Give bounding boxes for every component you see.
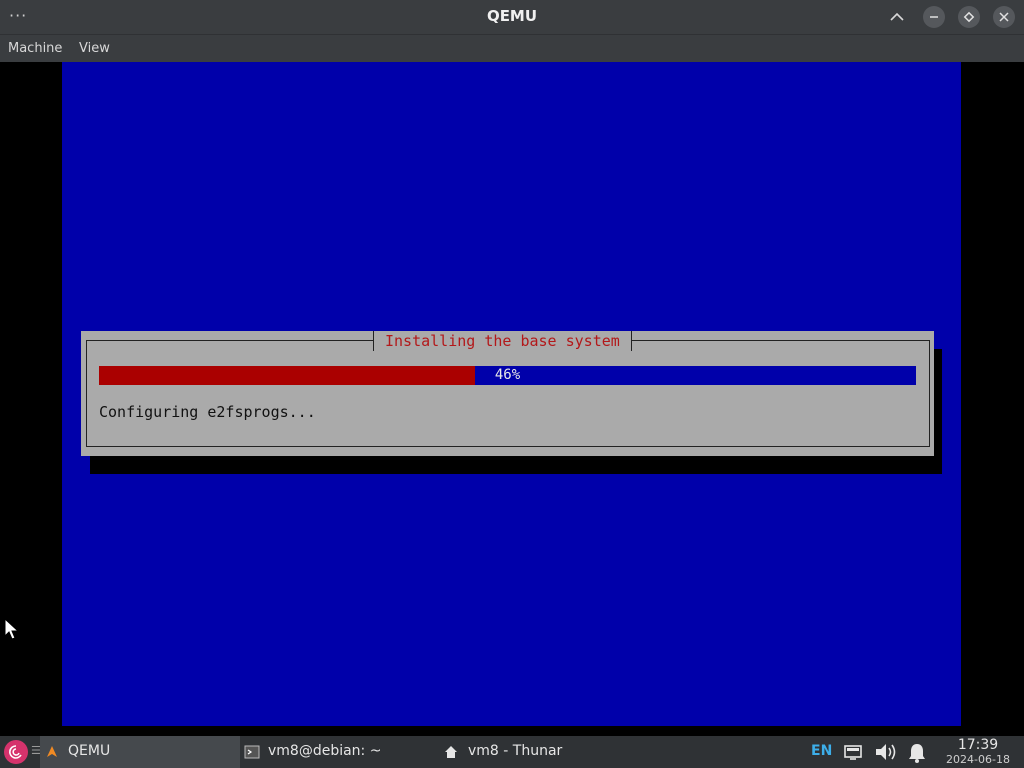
start-menu-button[interactable] (4, 740, 28, 764)
task-thunar[interactable]: vm8 - Thunar (440, 736, 630, 768)
clock-time[interactable]: 17:39 (942, 737, 1014, 753)
debian-logo-icon (9, 745, 22, 759)
progress-percent: 46% (494, 367, 521, 383)
task-terminal[interactable]: vm8@debian: ~ (240, 736, 430, 768)
volume-icon[interactable] (873, 742, 896, 762)
taskbar: ☰ QEMU vm8@debian: ~ vm8 - Thunar EN 17:… (0, 736, 1024, 768)
maximize-icon (963, 11, 975, 23)
task-label: vm8 - Thunar (468, 743, 563, 759)
keyboard-layout-indicator[interactable]: EN (811, 743, 832, 759)
menu-bar: Machine View (0, 34, 1024, 62)
task-qemu[interactable]: QEMU (40, 736, 240, 768)
window-titlebar: ··· QEMU (0, 0, 1024, 34)
status-message: Configuring e2fsprogs... (99, 403, 316, 421)
progress-bar: 46% (99, 366, 916, 385)
installer-dialog: Installing the base system 46% Configuri… (81, 331, 934, 456)
minimize-icon (930, 16, 938, 18)
notification-bell-icon[interactable] (906, 742, 928, 763)
dialog-title: Installing the base system (373, 331, 632, 351)
menu-machine[interactable]: Machine (8, 41, 62, 56)
minimize-button[interactable] (923, 6, 945, 28)
mouse-pointer-icon (4, 617, 20, 640)
qemu-icon (47, 746, 57, 757)
task-label: QEMU (68, 743, 111, 759)
task-label: vm8@debian: ~ (268, 743, 382, 759)
maximize-button[interactable] (958, 6, 980, 28)
window-title: QEMU (486, 7, 538, 25)
close-button[interactable] (993, 6, 1015, 28)
home-folder-icon (445, 746, 457, 758)
keep-above-icon[interactable] (886, 6, 908, 28)
dialog-frame (86, 340, 930, 447)
close-icon (999, 12, 1009, 22)
terminal-icon (244, 745, 260, 759)
display-icon[interactable] (842, 742, 864, 762)
menu-view[interactable]: View (79, 41, 110, 56)
clock-date: 2024-06-18 (946, 753, 1010, 766)
